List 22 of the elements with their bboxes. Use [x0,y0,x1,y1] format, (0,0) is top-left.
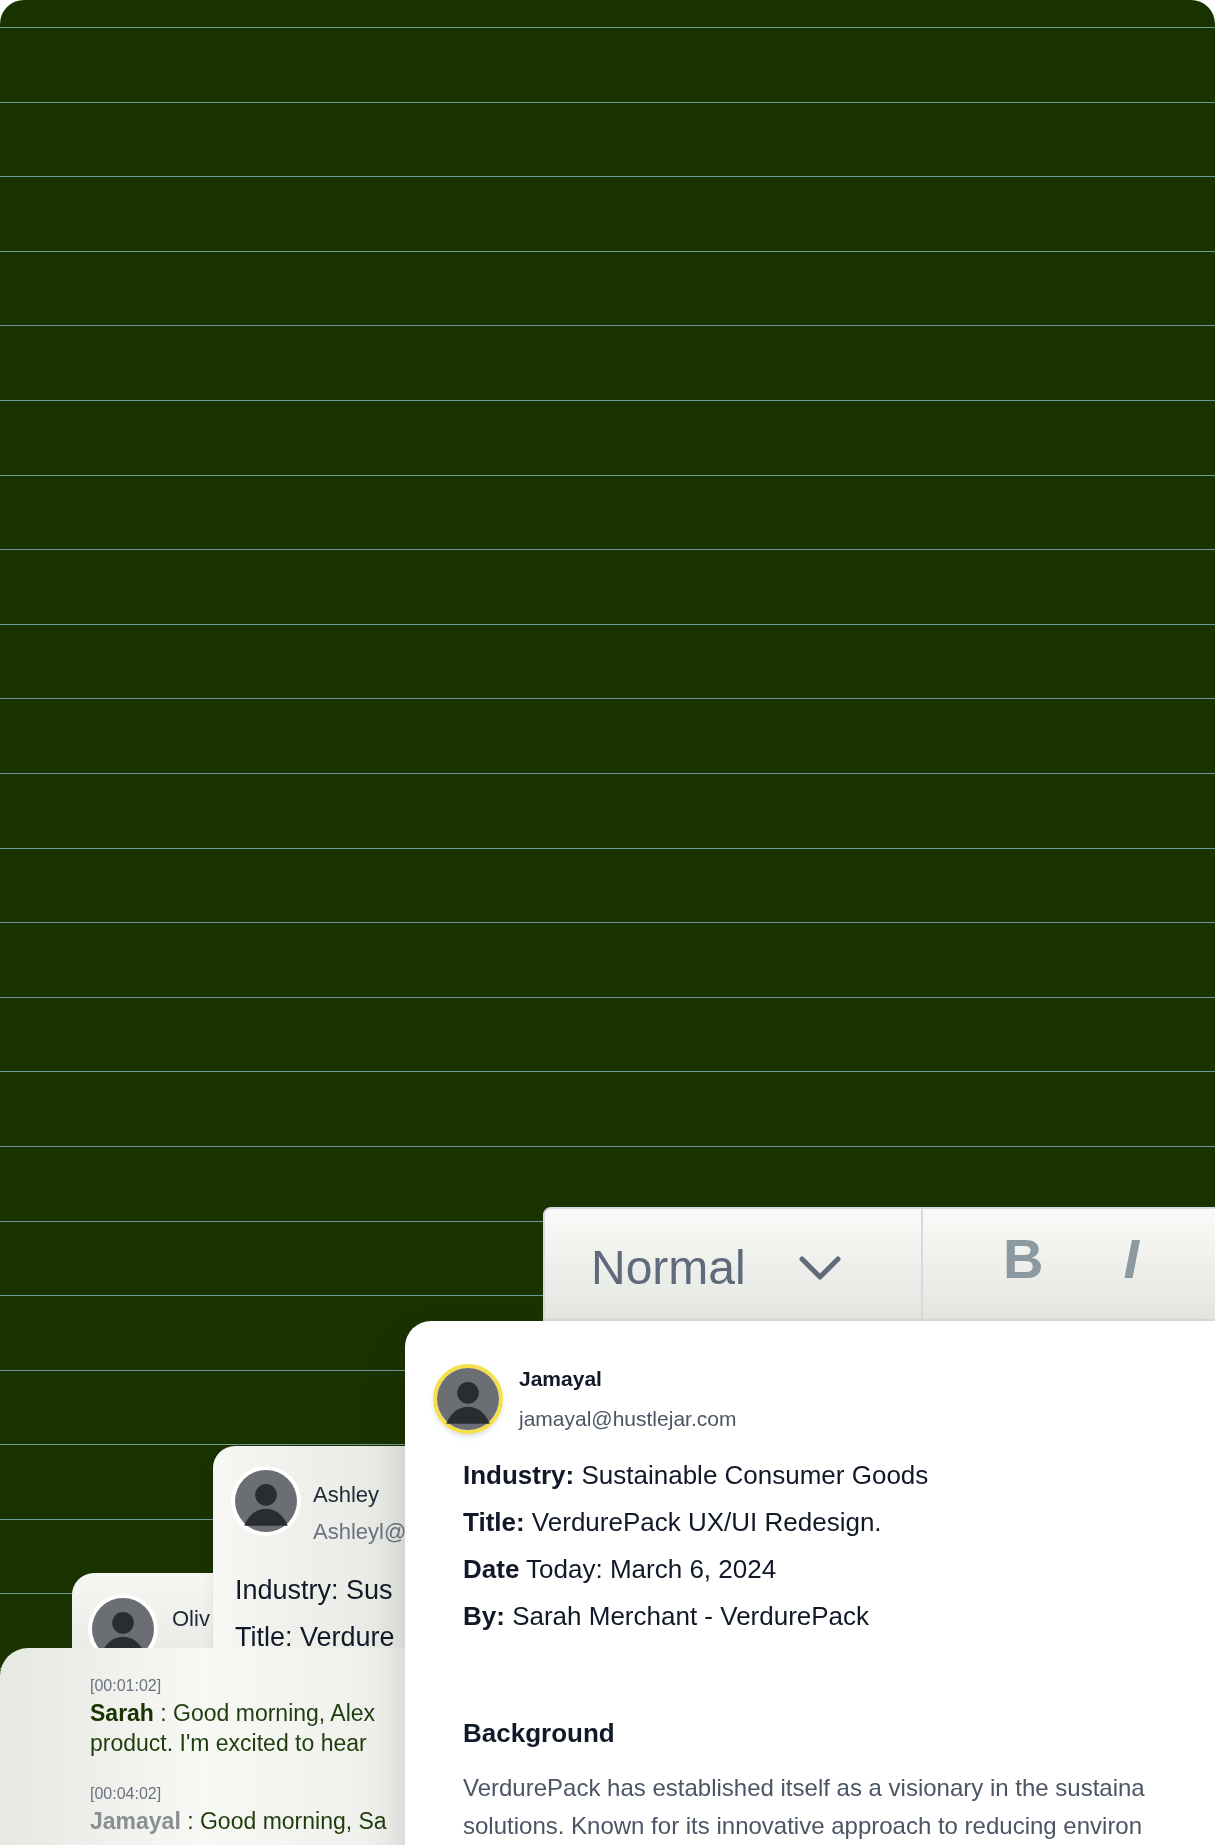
contact-email: Ashleyl@ [313,1518,405,1546]
contact-name: Jamayal [519,1366,603,1392]
bold-button[interactable]: B [1003,1231,1044,1287]
contact-name: Oliv [172,1604,210,1633]
transcript-message: Jamayal : Good morning, Sa [90,1807,388,1836]
style-dropdown[interactable]: Normal [545,1209,923,1319]
contact-name: Ashley [313,1481,381,1509]
detail-line: Date Today: March 6, 2024 [463,1553,778,1586]
detail-line: Industry: Sustainable Consumer Goods [463,1459,930,1492]
detail-line: Industry: Sus [235,1574,394,1607]
detail-line: By: Sarah Merchant - VerdurePack [463,1600,871,1633]
timestamp: [00:04:02] [90,1784,163,1804]
transcript-message: Sarah : Good morning, Alex product. I'm excited to hear [90,1699,377,1758]
detail-line: Title: Verdure [235,1620,396,1654]
avatar [433,1363,503,1434]
timestamp: [00:01:02] [90,1676,163,1696]
chevron-down-icon [797,1255,842,1281]
section-heading: Background [463,1717,616,1750]
italic-button[interactable]: I [1123,1231,1139,1287]
contact-email: jamayal@hustlejar.com [519,1405,737,1432]
detail-line: Title: VerdurePack UX/UI Redesign. [463,1506,883,1539]
background-paragraph: VerdurePack has established itself as a visionary in the sustaina solutions. Known for its innovative approach to reducing environ [463,1773,1146,1841]
